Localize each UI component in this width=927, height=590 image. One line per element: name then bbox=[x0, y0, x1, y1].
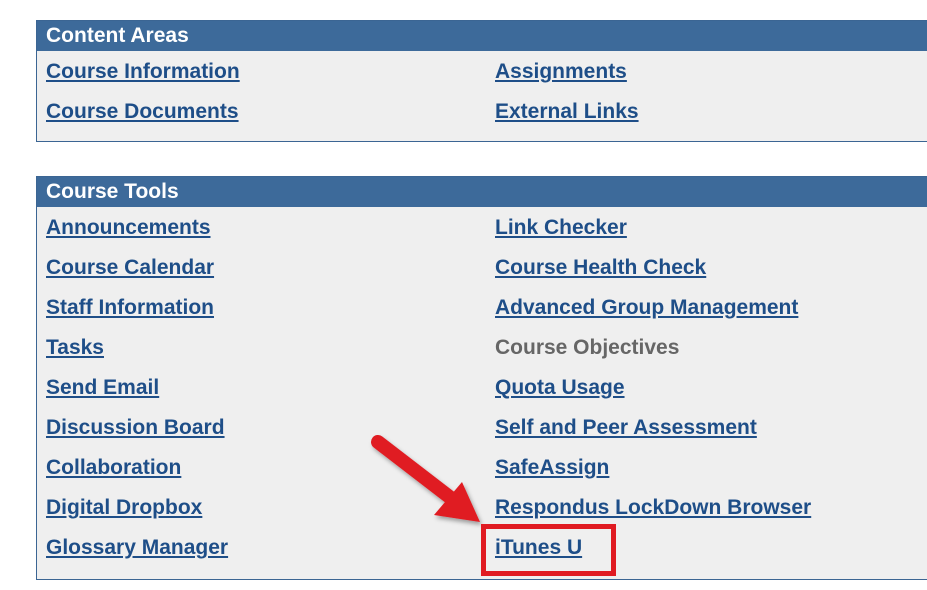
link-safeassign[interactable]: SafeAssign bbox=[495, 455, 609, 481]
link-itunes-u[interactable]: iTunes U bbox=[495, 535, 582, 561]
link-send-email[interactable]: Send Email bbox=[46, 375, 159, 401]
link-course-information[interactable]: Course Information bbox=[46, 59, 240, 85]
link-discussion-board[interactable]: Discussion Board bbox=[46, 415, 225, 441]
course-tools-header: Course Tools bbox=[37, 177, 927, 207]
link-glossary-manager[interactable]: Glossary Manager bbox=[46, 535, 228, 561]
link-announcements[interactable]: Announcements bbox=[46, 215, 211, 241]
link-course-health-check[interactable]: Course Health Check bbox=[495, 255, 706, 281]
link-link-checker[interactable]: Link Checker bbox=[495, 215, 627, 241]
link-quota-usage[interactable]: Quota Usage bbox=[495, 375, 625, 401]
link-course-calendar[interactable]: Course Calendar bbox=[46, 255, 214, 281]
content-areas-panel: Content Areas Course Information Course … bbox=[36, 20, 927, 142]
link-self-and-peer-assessment[interactable]: Self and Peer Assessment bbox=[495, 415, 757, 441]
link-external-links[interactable]: External Links bbox=[495, 99, 639, 125]
course-objectives-label: Course Objectives bbox=[495, 336, 680, 359]
link-collaboration[interactable]: Collaboration bbox=[46, 455, 181, 481]
link-respondus-lockdown-browser[interactable]: Respondus LockDown Browser bbox=[495, 495, 811, 521]
content-areas-header: Content Areas bbox=[37, 21, 927, 51]
page: Content Areas Course Information Course … bbox=[0, 0, 927, 590]
link-assignments[interactable]: Assignments bbox=[495, 59, 627, 85]
link-digital-dropbox[interactable]: Digital Dropbox bbox=[46, 495, 202, 521]
link-advanced-group-management[interactable]: Advanced Group Management bbox=[495, 295, 798, 321]
link-tasks[interactable]: Tasks bbox=[46, 335, 104, 361]
link-course-documents[interactable]: Course Documents bbox=[46, 99, 239, 125]
course-tools-panel: Course Tools Announcements Course Calend… bbox=[36, 176, 927, 580]
link-staff-information[interactable]: Staff Information bbox=[46, 295, 214, 321]
